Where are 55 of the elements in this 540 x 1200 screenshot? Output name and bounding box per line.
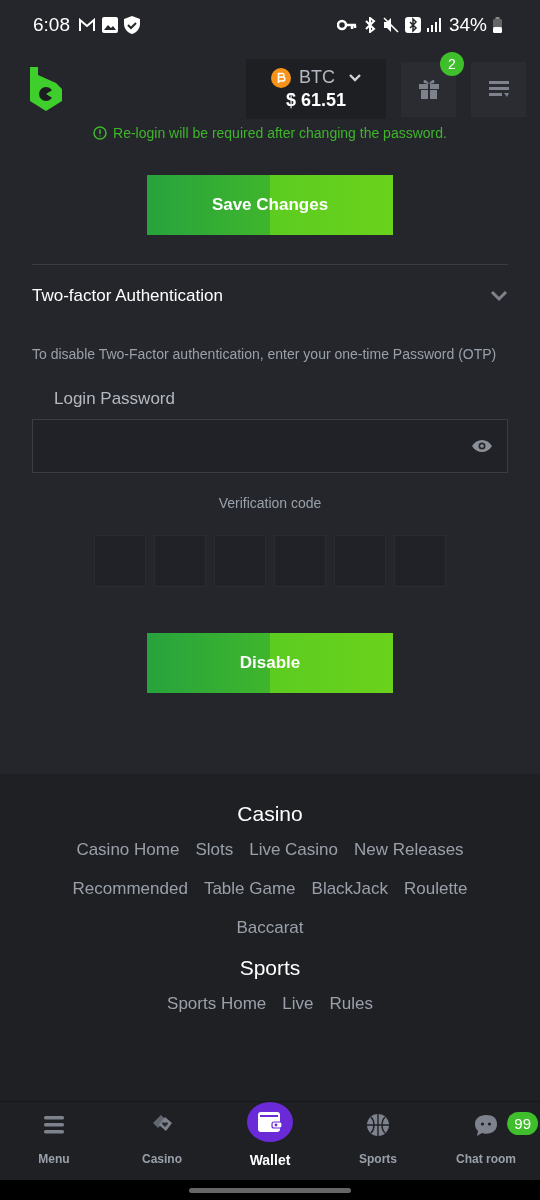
- menu-button[interactable]: [471, 61, 526, 117]
- balance: $ 61.51: [285, 90, 347, 111]
- footer-link[interactable]: BlackJack: [311, 879, 389, 899]
- description: To disable Two-Factor authentication, enter your one-time Password (OTP): [32, 345, 498, 364]
- section-header[interactable]: Two-factor Authentication: [0, 265, 540, 327]
- notification-badge: 2: [440, 52, 464, 76]
- nav-item[interactable]: 99 Chat room: [432, 1102, 540, 1180]
- menu-icon: [488, 81, 509, 97]
- footer-link[interactable]: Roulette: [404, 879, 468, 899]
- bluetooth-icon: [404, 17, 421, 33]
- nav-item[interactable]: Casino: [108, 1102, 216, 1180]
- field-label: Login Password: [54, 389, 176, 409]
- footer-link[interactable]: Baccarat: [236, 918, 304, 938]
- footer-title: Sports: [239, 956, 301, 980]
- caret-icon: [349, 73, 361, 82]
- image-icon: [102, 17, 118, 33]
- footer-link[interactable]: Table Game: [203, 879, 296, 899]
- shield-icon: [124, 16, 140, 34]
- notice-text: Re-login will be required after changing the password.: [113, 125, 447, 141]
- battery-icon: [493, 17, 502, 33]
- footer-link[interactable]: Live: [282, 994, 314, 1014]
- footer-link[interactable]: Sports Home: [167, 994, 267, 1014]
- footer-link[interactable]: New Releases: [354, 840, 464, 860]
- wallet-icon: [258, 1112, 282, 1132]
- footer-link[interactable]: Slots: [195, 840, 234, 860]
- footer-link[interactable]: Recommended: [72, 879, 188, 899]
- footer-title: Casino: [237, 802, 303, 826]
- bluetooth-icon: [362, 17, 377, 33]
- bitcoin-icon: [271, 67, 291, 88]
- notification-badge: 99: [507, 1112, 538, 1135]
- battery-percent: 34%: [448, 14, 487, 36]
- section-title: Two-factor Authentication: [32, 286, 223, 306]
- logo-icon[interactable]: [28, 67, 64, 111]
- chat-icon: [474, 1114, 498, 1136]
- verification-label: Verification code: [217, 495, 323, 511]
- nav-item[interactable]: Wallet: [216, 1102, 324, 1180]
- gift-button[interactable]: [401, 61, 456, 117]
- signal-icon: [426, 18, 443, 32]
- status-time: 6:08: [33, 14, 70, 36]
- footer-link[interactable]: Rules: [329, 994, 373, 1014]
- currency-selector[interactable]: BTC $ 61.51: [246, 59, 386, 119]
- mail-icon: [78, 18, 96, 32]
- gift-icon: [417, 78, 440, 100]
- mute-icon: [382, 17, 399, 33]
- password-field[interactable]: [32, 419, 508, 473]
- info-icon: [93, 126, 108, 140]
- nav-item[interactable]: Sports: [324, 1102, 432, 1180]
- nav-item[interactable]: Menu: [0, 1102, 108, 1180]
- menu-icon: [44, 1116, 64, 1134]
- eye-icon[interactable]: [471, 439, 493, 453]
- key-icon: [336, 19, 357, 31]
- currency-code: BTC: [299, 67, 335, 88]
- footer-link[interactable]: Live Casino: [249, 840, 338, 860]
- footer-link[interactable]: Casino Home: [76, 840, 180, 860]
- basketball-icon: [366, 1113, 390, 1137]
